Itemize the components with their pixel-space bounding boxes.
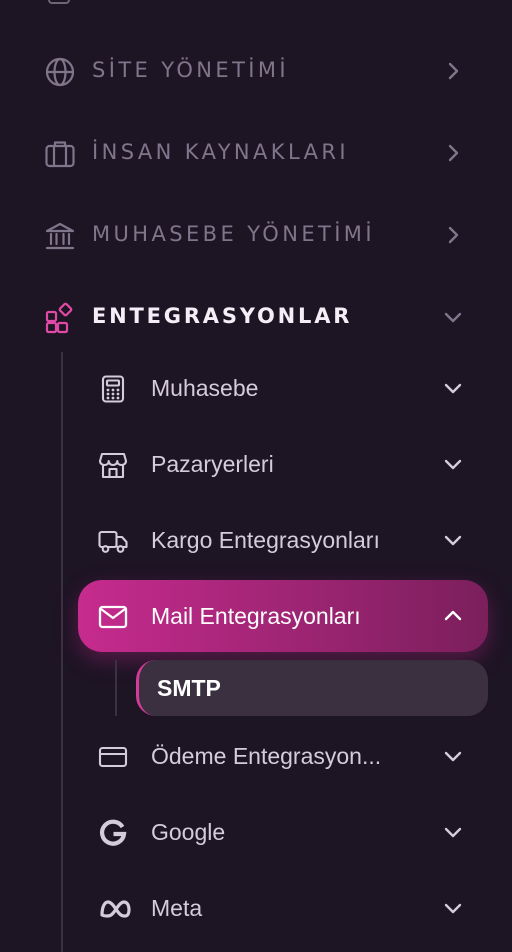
chevron-down-icon (440, 743, 466, 769)
integration-item-mail[interactable]: Mail Entegrasyonları (78, 580, 488, 652)
sidebar-section-label: ENTEGRASYONLAR (92, 304, 353, 328)
integration-item-payment[interactable]: Ödeme Entegrasyon... (78, 720, 488, 792)
mail-icon (98, 602, 128, 632)
integration-item-label: Muhasebe (151, 375, 259, 401)
mail-subitem-label: SMTP (157, 675, 221, 701)
chevron-down-icon (440, 375, 466, 401)
chevron-up-icon (440, 603, 466, 629)
integration-item-label: Google (151, 819, 226, 845)
credit-card-icon (98, 742, 128, 772)
chevron-right-icon (440, 222, 466, 248)
truck-icon (98, 526, 128, 556)
sidebar: SİTE YÖNETİMİ İNSAN KAYNAKLARI MUHASEBE … (0, 0, 512, 952)
integration-item-label: Mail Entegrasyonları (151, 603, 361, 629)
briefcase-icon (44, 138, 76, 170)
chevron-down-icon (440, 304, 466, 330)
meta-icon (98, 894, 131, 924)
sidebar-section-label: MUHASEBE YÖNETİMİ (92, 222, 375, 246)
sub-tree-guide-line (115, 660, 117, 716)
globe-icon (44, 56, 76, 88)
chevron-down-icon (440, 819, 466, 845)
integration-item-meta[interactable]: Meta (78, 872, 488, 944)
integration-item-label: Pazaryerleri (151, 451, 274, 477)
calculator-icon (98, 374, 128, 404)
store-icon (98, 450, 128, 480)
sidebar-section-label: İNSAN KAYNAKLARI (92, 140, 349, 164)
previous-item-icon (48, 0, 70, 4)
integration-item-google[interactable]: Google (78, 796, 488, 868)
sidebar-section-site-management[interactable]: SİTE YÖNETİMİ (0, 42, 512, 98)
integration-item-marketplaces[interactable]: Pazaryerleri (78, 428, 488, 500)
integration-item-label: Meta (151, 895, 203, 921)
chevron-right-icon (440, 140, 466, 166)
google-icon (98, 818, 128, 848)
sidebar-section-human-resources[interactable]: İNSAN KAYNAKLARI (0, 124, 512, 180)
integration-item-cargo[interactable]: Kargo Entegrasyonları (78, 504, 488, 576)
sidebar-section-label: SİTE YÖNETİMİ (92, 58, 290, 82)
integration-item-label: Kargo Entegrasyonları (151, 527, 380, 553)
sidebar-section-integrations[interactable]: ENTEGRASYONLAR (0, 288, 512, 344)
integration-item-accounting[interactable]: Muhasebe (78, 352, 488, 424)
chevron-down-icon (440, 895, 466, 921)
mail-subitem-smtp[interactable]: SMTP (136, 660, 488, 716)
integration-item-label: Ödeme Entegrasyon... (151, 743, 382, 769)
chevron-down-icon (440, 451, 466, 477)
tree-guide-line (61, 352, 63, 952)
sidebar-section-accounting-management[interactable]: MUHASEBE YÖNETİMİ (0, 206, 512, 262)
chevron-right-icon (440, 58, 466, 84)
chevron-down-icon (440, 527, 466, 553)
bank-icon (44, 220, 76, 252)
integrations-icon (44, 302, 76, 334)
